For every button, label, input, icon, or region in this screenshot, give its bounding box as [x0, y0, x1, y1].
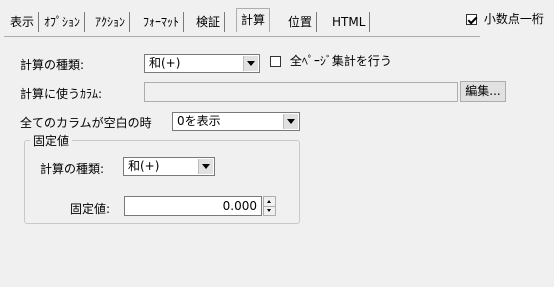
decimal-point-checkbox[interactable] — [466, 14, 477, 25]
all-empty-label: 全てのカラムが空白の時 — [20, 116, 152, 130]
calc-type-label: 計算の種類: — [20, 58, 85, 72]
tab-display[interactable]: 表示 — [6, 12, 40, 32]
fixed-value-text: 0.000 — [222, 199, 257, 213]
all-empty-value: 0を表示 — [177, 114, 221, 128]
chevron-down-icon[interactable] — [243, 56, 258, 71]
fixed-value-group-title: 固定値 — [30, 132, 73, 149]
tab-action[interactable]: ｱｸｼｮﾝ — [91, 12, 131, 32]
tab-options[interactable]: ｵﾌﾟｼｮﾝ — [40, 12, 86, 32]
all-pages-option[interactable]: 全ﾍﾟｰｼﾞ集計を行う — [270, 52, 392, 69]
decimal-point-option[interactable]: 小数点一桁 — [466, 10, 544, 27]
fixed-calc-type-label: 計算の種類: — [40, 162, 105, 176]
all-empty-select[interactable]: 0を表示 — [172, 112, 300, 131]
calc-type-value: 和(+) — [149, 56, 181, 70]
fixed-value-spinner[interactable] — [263, 196, 276, 216]
calc-type-select[interactable]: 和(+) — [144, 54, 260, 73]
edit-columns-button[interactable]: 編集... — [460, 81, 506, 102]
tab-html[interactable]: HTML — [328, 12, 371, 32]
chevron-down-icon[interactable] — [198, 159, 213, 174]
fixed-calc-type-select[interactable]: 和(+) — [123, 157, 215, 176]
all-pages-checkbox[interactable] — [270, 56, 281, 67]
fixed-calc-type-value: 和(+) — [128, 159, 160, 173]
tab-divider — [4, 36, 480, 37]
fixed-value-input[interactable]: 0.000 — [124, 196, 262, 216]
calculation-settings-panel: 表示 ｵﾌﾟｼｮﾝ ｱｸｼｮﾝ ﾌｫｰﾏｯﾄ 検証 計算 位置 HTML 小数点… — [0, 0, 554, 287]
decimal-point-label: 小数点一桁 — [483, 12, 544, 26]
all-pages-label: 全ﾍﾟｰｼﾞ集計を行う — [289, 54, 392, 68]
tab-format[interactable]: ﾌｫｰﾏｯﾄ — [139, 12, 185, 32]
tab-validation[interactable]: 検証 — [192, 12, 226, 32]
calc-columns-field[interactable] — [144, 82, 458, 102]
tab-position[interactable]: 位置 — [284, 12, 318, 32]
chevron-down-icon[interactable] — [283, 114, 298, 129]
calc-columns-label: 計算に使うｶﾗﾑ: — [20, 87, 103, 101]
tab-calculation[interactable]: 計算 — [236, 8, 271, 32]
fixed-value-label: 固定値: — [70, 202, 111, 216]
spin-down-icon[interactable] — [264, 206, 275, 215]
